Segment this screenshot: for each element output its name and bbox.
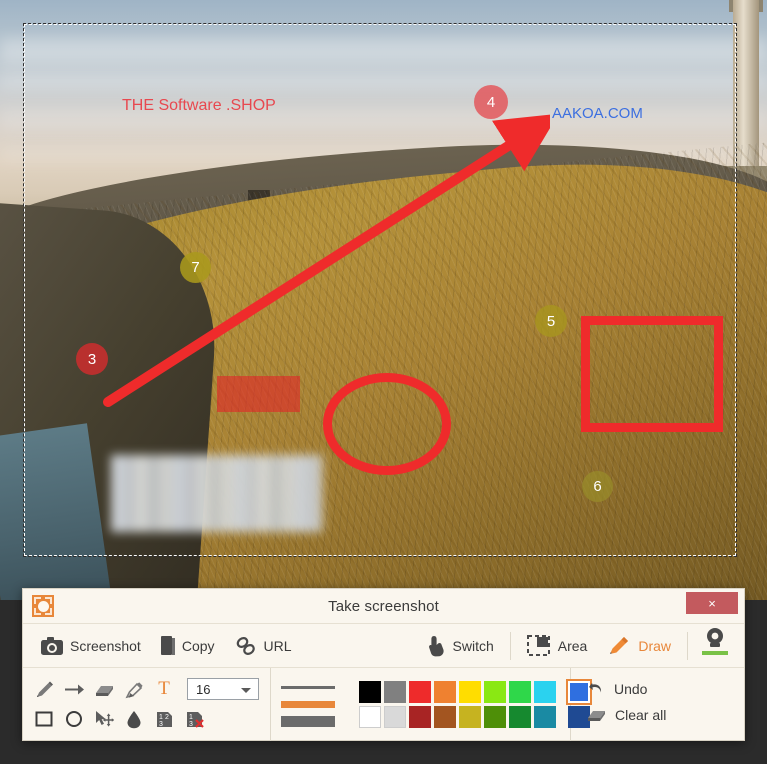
drawing-tools-row-2: 1 2 3 1 3	[31, 704, 262, 734]
color-swatch[interactable]	[384, 706, 406, 728]
hand-pointer-icon	[428, 635, 446, 657]
pencil-icon	[607, 635, 631, 657]
text-tool[interactable]: T	[151, 676, 177, 702]
window-title: Take screenshot	[328, 597, 439, 615]
color-swatch[interactable]	[409, 706, 431, 728]
svg-text:3: 3	[159, 721, 163, 728]
color-swatch[interactable]	[459, 681, 481, 703]
switch-label: Switch	[452, 637, 494, 654]
clear-all-button[interactable]: Clear all	[587, 702, 744, 728]
url-label: URL	[263, 637, 292, 654]
draw-label: Draw	[638, 637, 671, 654]
svg-text:3: 3	[189, 721, 193, 728]
thickness-medium[interactable]	[281, 700, 335, 710]
rectangle-tool[interactable]	[31, 706, 57, 732]
color-swatch[interactable]	[534, 706, 556, 728]
blur-tool[interactable]	[121, 706, 147, 732]
chevron-down-icon	[241, 688, 251, 693]
divider	[687, 631, 688, 660]
area-button[interactable]: Area	[517, 627, 598, 665]
screenshot-canvas[interactable]: THE Software .SHOP AAKOA.COM 3 4 5 6 7	[0, 0, 767, 600]
style-panel	[271, 668, 592, 741]
color-palette	[359, 681, 556, 728]
number-badge-5[interactable]: 5	[535, 305, 567, 337]
eraser-icon	[587, 707, 606, 723]
cloud-band	[0, 38, 767, 64]
screenshot-app-window: THE Software .SHOP AAKOA.COM 3 4 5 6 7 T…	[0, 0, 767, 764]
svg-text:2: 2	[165, 714, 169, 721]
highlighter-tool[interactable]	[121, 676, 147, 702]
ellipse-tool[interactable]	[61, 706, 87, 732]
divider	[509, 631, 511, 660]
red-rectangle[interactable]	[581, 316, 723, 432]
font-size-value: 16	[196, 681, 211, 697]
screenshot-tool-window: Take screenshot × Screenshot Copy URL Sw…	[22, 588, 745, 741]
font-size-select[interactable]: 16	[187, 678, 259, 700]
annotation-text-blue[interactable]: AAKOA.COM	[552, 105, 643, 122]
switch-button[interactable]: Switch	[418, 627, 504, 665]
color-swatch[interactable]	[359, 681, 381, 703]
number-badge-clear-tool[interactable]: 1 3	[181, 706, 207, 732]
clear-all-label: Clear all	[615, 707, 667, 723]
clipboard-icon	[160, 636, 175, 655]
options-row: T 16 1 2 3 1 3 Undo Clear all	[23, 668, 744, 741]
line-thickness-selector	[281, 683, 335, 727]
color-swatch[interactable]	[509, 681, 531, 703]
number-badge-3[interactable]: 3	[76, 343, 108, 375]
action-toolbar: Screenshot Copy URL Switch Area Draw	[23, 624, 744, 668]
eraser-tool[interactable]	[91, 676, 117, 702]
screenshot-label: Screenshot	[70, 637, 141, 654]
title-bar[interactable]: Take screenshot ×	[23, 589, 744, 624]
color-swatch[interactable]	[359, 706, 381, 728]
color-swatch[interactable]	[409, 681, 431, 703]
camera-target-icon	[32, 595, 54, 617]
svg-text:1: 1	[189, 714, 193, 721]
undo-label: Undo	[614, 681, 648, 697]
url-button[interactable]: URL	[225, 627, 302, 665]
red-ellipse[interactable]	[323, 373, 451, 475]
color-swatch[interactable]	[434, 706, 456, 728]
undo-button[interactable]: Undo	[587, 676, 744, 702]
color-swatch[interactable]	[534, 681, 556, 703]
color-swatch[interactable]	[434, 681, 456, 703]
annotation-text-red[interactable]: THE Software .SHOP	[122, 97, 276, 115]
pencil-tool[interactable]	[31, 676, 57, 702]
number-badge-7[interactable]: 7	[180, 252, 211, 283]
webcam-active-underline	[702, 650, 728, 655]
arrow-tool[interactable]	[61, 676, 87, 702]
number-badge-6[interactable]: 6	[582, 471, 613, 502]
camera-icon	[41, 636, 63, 655]
webcam-icon	[702, 627, 728, 649]
svg-text:1: 1	[159, 714, 163, 721]
number-badge-4[interactable]: 4	[474, 85, 508, 119]
color-swatch[interactable]	[484, 681, 506, 703]
edit-actions-panel: Undo Clear all	[571, 668, 744, 741]
color-swatch[interactable]	[509, 706, 531, 728]
number-badge-tool[interactable]: 1 2 3	[151, 706, 177, 732]
color-swatch[interactable]	[484, 706, 506, 728]
close-button[interactable]: ×	[686, 592, 738, 614]
drawing-tools-row-1: T 16	[31, 674, 262, 704]
draw-button[interactable]: Draw	[597, 627, 681, 665]
screenshot-button[interactable]: Screenshot	[31, 627, 151, 665]
blurred-region[interactable]	[111, 455, 322, 532]
copy-label: Copy	[181, 637, 215, 654]
color-swatch[interactable]	[384, 681, 406, 703]
undo-arrow-icon	[587, 681, 605, 697]
selection-area-icon	[526, 634, 551, 657]
color-swatch[interactable]	[459, 706, 481, 728]
cloud-band	[0, 72, 767, 90]
area-label: Area	[557, 637, 588, 654]
link-icon	[235, 636, 257, 656]
copy-button[interactable]: Copy	[151, 627, 225, 665]
thickness-thick[interactable]	[281, 716, 335, 727]
red-arrow[interactable]	[90, 110, 550, 420]
move-tool[interactable]	[91, 706, 117, 732]
webcam-button[interactable]	[694, 627, 736, 665]
drawing-tools-panel: T 16 1 2 3 1 3	[23, 668, 271, 741]
thickness-thin[interactable]	[281, 683, 335, 693]
